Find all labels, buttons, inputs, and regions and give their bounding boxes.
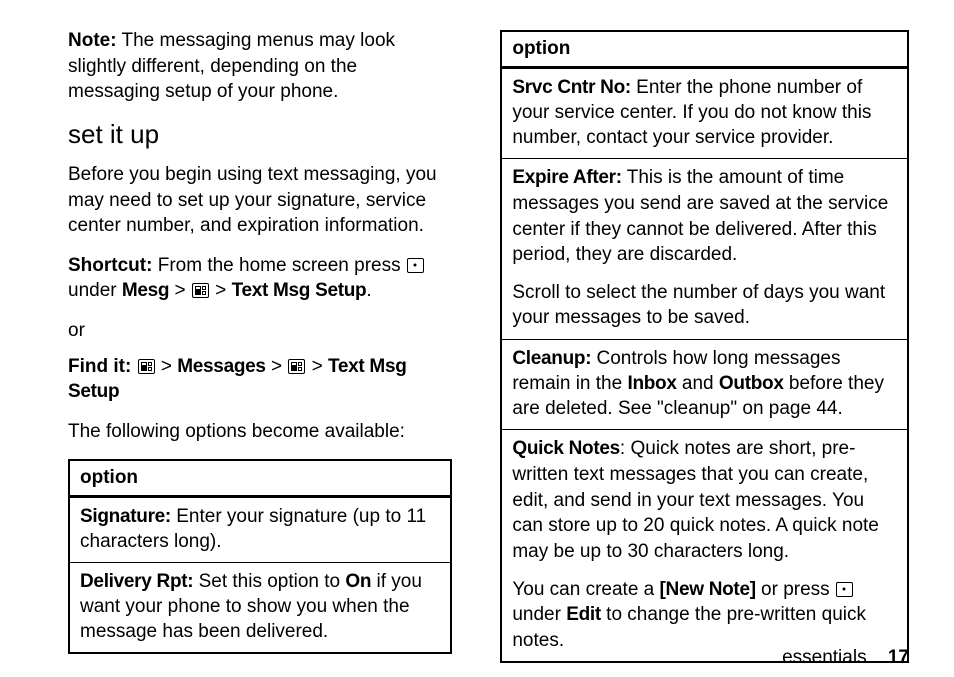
edit-label: Edit (566, 604, 601, 625)
option-label-cleanup: Cleanup: (512, 348, 591, 369)
table-row: Cleanup: Controls how long messages rema… (501, 340, 908, 430)
gt2: > (210, 280, 232, 301)
table-header: option (501, 31, 908, 68)
option-label-quick-notes: Quick Notes (512, 438, 620, 459)
note-text: The messaging menus may look slightly di… (68, 30, 395, 102)
fgt1: > (156, 356, 178, 377)
left-column: Note: The messaging menus may look sligh… (68, 28, 452, 663)
shortcut-text-2: under (68, 280, 122, 301)
or-text: or (68, 318, 452, 344)
period: . (366, 280, 371, 301)
nav-key-icon (836, 582, 853, 597)
option-text: under (512, 604, 566, 625)
option-on: On (345, 571, 371, 592)
new-note-label: [New Note] (660, 579, 756, 600)
and: and (677, 373, 719, 394)
option-text: Scroll to select the number of days you … (512, 280, 897, 331)
shortcut-label: Shortcut: (68, 255, 152, 276)
menu-icon (192, 283, 209, 298)
inbox-label: Inbox (627, 373, 676, 394)
shortcut-paragraph: Shortcut: From the home screen press und… (68, 253, 452, 304)
right-column: option Srvc Cntr No: Enter the phone num… (500, 28, 909, 663)
findit-messages: Messages (177, 356, 265, 377)
intro-paragraph: Before you begin using text messaging, y… (68, 162, 452, 239)
table-row: Srvc Cntr No: Enter the phone number of … (501, 68, 908, 159)
note-paragraph: Note: The messaging menus may look sligh… (68, 28, 452, 105)
fgt3: > (306, 356, 328, 377)
option-text: Set this option to (193, 571, 345, 592)
page-number: 17 (888, 647, 909, 668)
option-label-delivery-rpt: Delivery Rpt: (80, 571, 193, 592)
option-label-expire-after: Expire After: (512, 167, 621, 188)
menu-icon (138, 359, 155, 374)
page-footer: essentials 17 (782, 647, 909, 669)
footer-section: essentials (782, 647, 867, 668)
note-label: Note: (68, 30, 117, 51)
following-text: The following options become available: (68, 419, 452, 445)
menu-icon (288, 359, 305, 374)
table-row: Signature: Enter your signature (up to 1… (69, 496, 451, 562)
option-label-srvc-cntr: Srvc Cntr No: (512, 77, 631, 98)
option-text: You can create a (512, 579, 659, 600)
findit-label: Find it: (68, 356, 131, 377)
findit-paragraph: Find it: > Messages > > Text Msg Setup (68, 354, 452, 405)
section-heading: set it up (68, 119, 452, 150)
option-label-signature: Signature: (80, 506, 171, 527)
options-table-right: option Srvc Cntr No: Enter the phone num… (500, 30, 909, 663)
option-text: or press (756, 579, 835, 600)
gt1: > (169, 280, 191, 301)
table-header: option (69, 460, 451, 497)
shortcut-text-1: From the home screen press (152, 255, 405, 276)
shortcut-mesg: Mesg (122, 280, 169, 301)
options-table-left: option Signature: Enter your signature (… (68, 459, 452, 654)
sp (131, 356, 136, 377)
shortcut-tms: Text Msg Setup (232, 280, 367, 301)
table-row: Expire After: This is the amount of time… (501, 159, 908, 340)
table-row: Delivery Rpt: Set this option to On if y… (69, 562, 451, 653)
fgt2: > (266, 356, 288, 377)
outbox-label: Outbox (719, 373, 784, 394)
nav-key-icon (407, 258, 424, 273)
table-row: Quick Notes: Quick notes are short, pre-… (501, 430, 908, 663)
